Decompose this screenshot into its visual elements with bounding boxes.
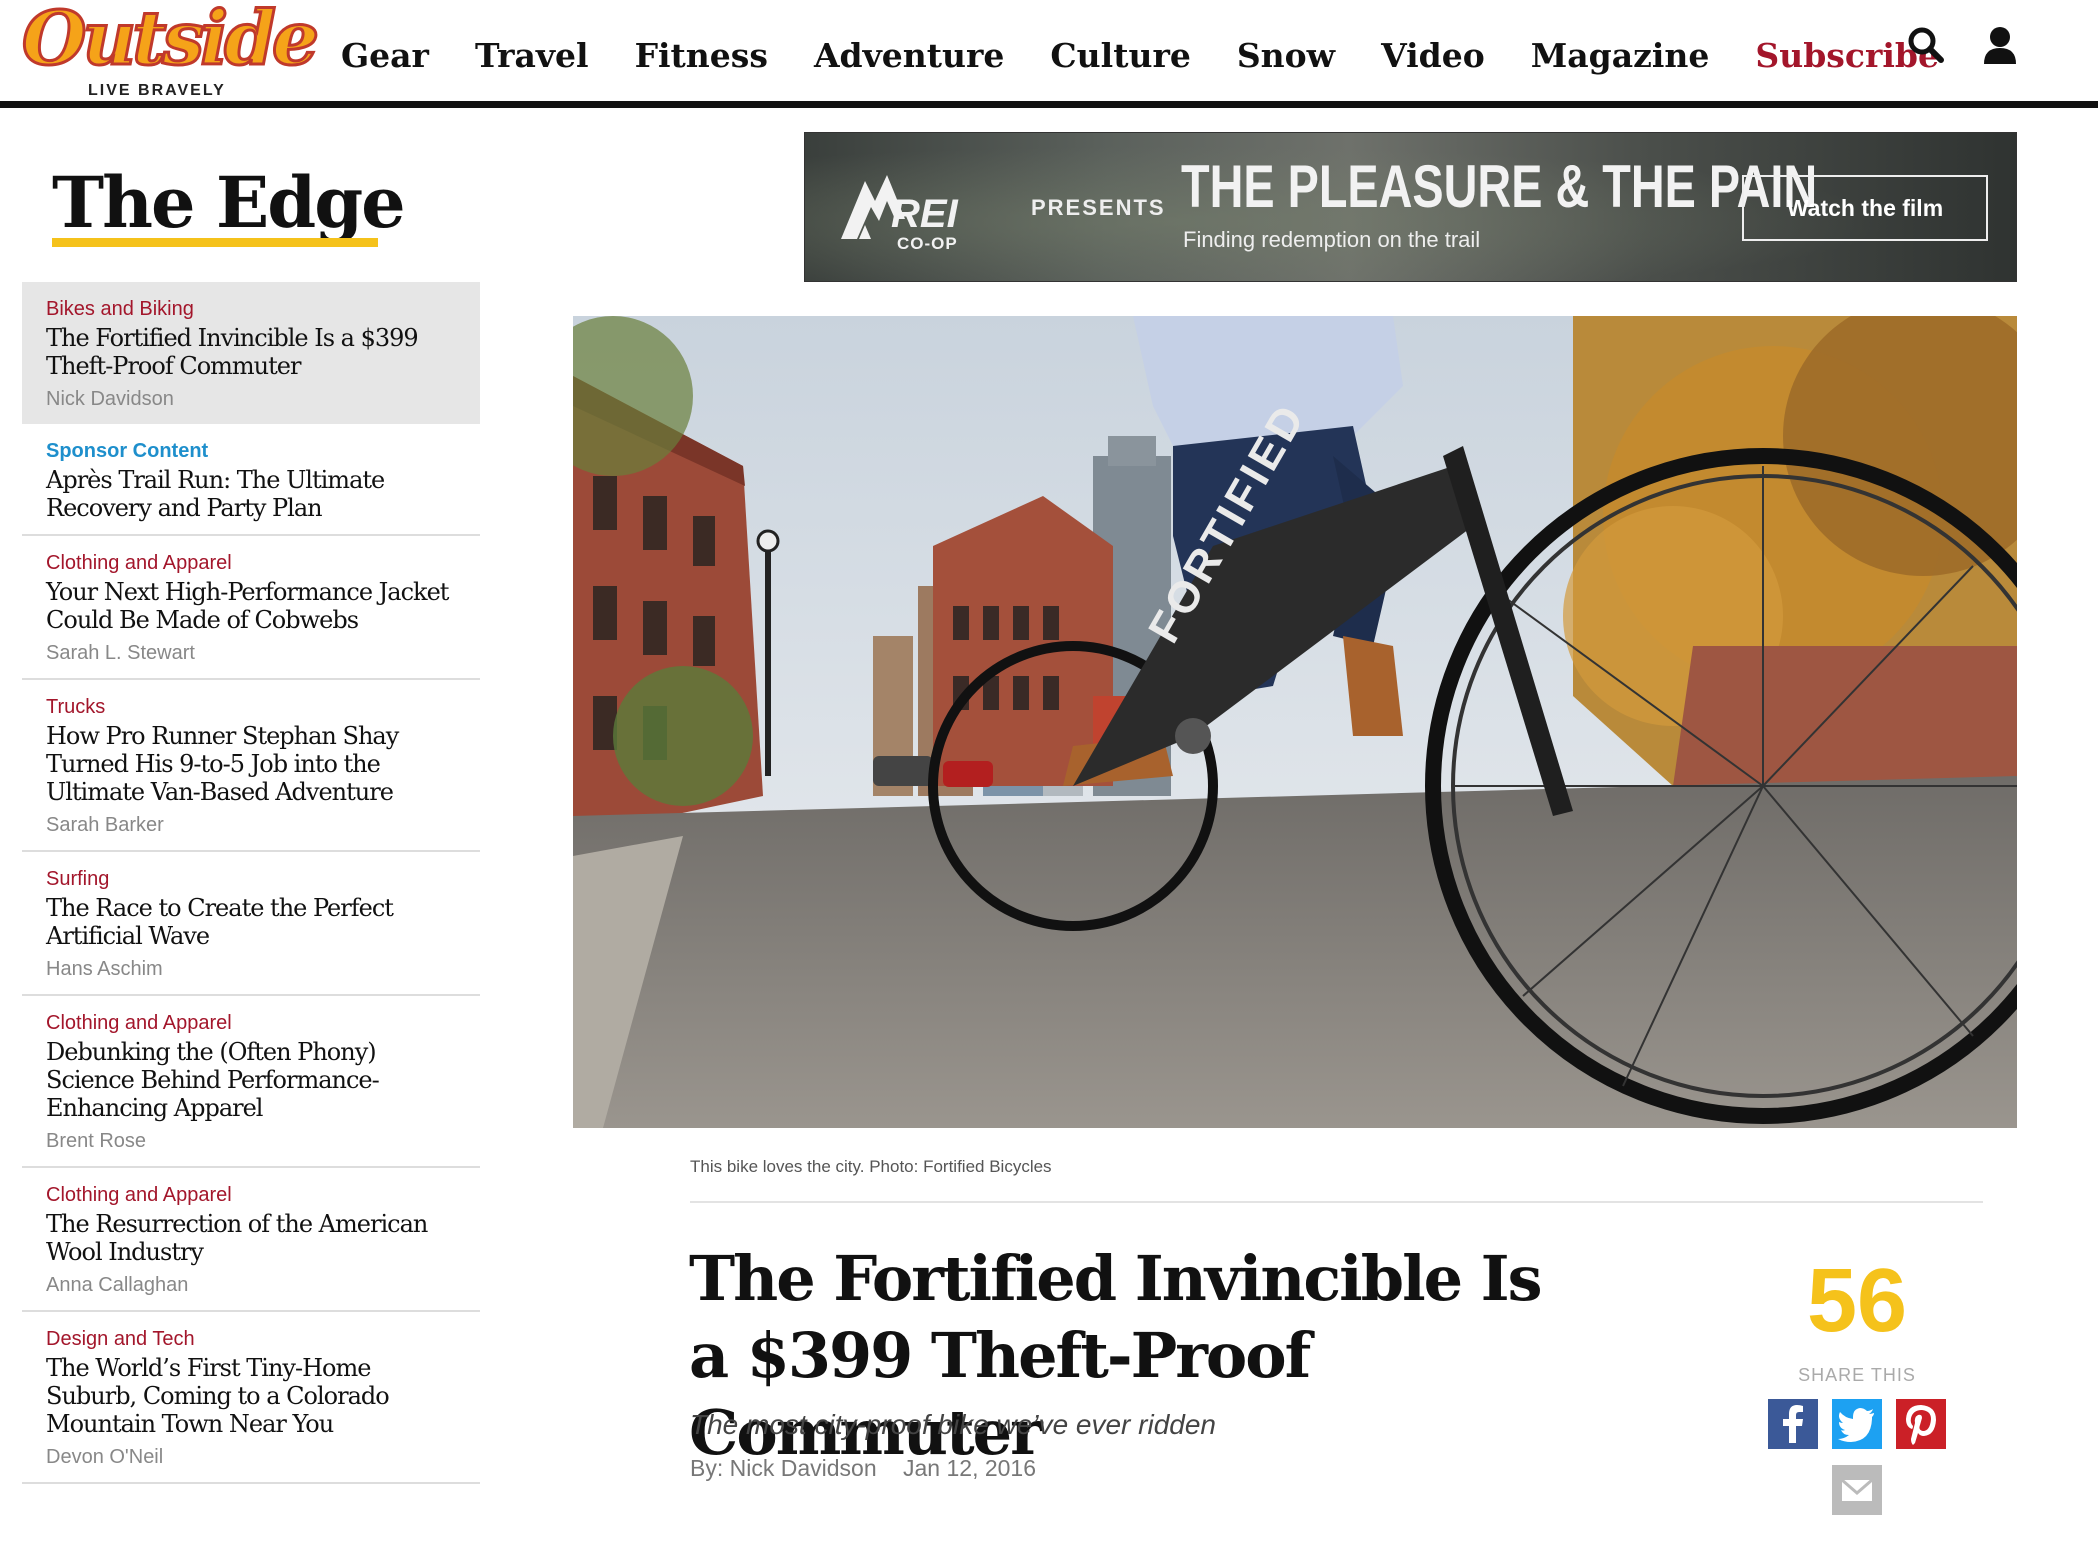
photo-caption: This bike loves the city. Photo: Fortifi…: [690, 1157, 1052, 1176]
byline-date: Jan 12, 2016: [903, 1455, 1037, 1481]
article-author: Anna Callaghan: [46, 1274, 189, 1296]
user-icon[interactable]: [1978, 24, 2022, 68]
rei-logo: REI CO-OP: [835, 161, 975, 261]
article-author: Devon O'Neil: [46, 1446, 164, 1468]
article-title-link[interactable]: How Pro Runner Stephan Shay Turned His 9…: [46, 722, 456, 806]
article-title-link[interactable]: Après Trail Run: The Ultimate Recovery a…: [46, 466, 456, 522]
nav-snow[interactable]: Snow: [1237, 36, 1335, 75]
article-dek: The most city-proof bike we’ve ever ridd…: [690, 1409, 1216, 1440]
article-category[interactable]: Clothing and Apparel: [46, 1182, 456, 1208]
article-category[interactable]: Surfing: [46, 866, 456, 892]
article-title-link[interactable]: Your Next High-Performance Jacket Could …: [46, 578, 456, 634]
sidebar-article[interactable]: Design and Tech The World’s First Tiny-H…: [22, 1312, 480, 1484]
facebook-share-button[interactable]: [1768, 1399, 1818, 1449]
pinterest-icon: [1906, 1405, 1936, 1445]
article-category[interactable]: Bikes and Biking: [46, 296, 456, 322]
pinterest-share-button[interactable]: [1896, 1399, 1946, 1449]
sidebar-article[interactable]: Surfing The Race to Create the Perfect A…: [22, 852, 480, 996]
nav-culture[interactable]: Culture: [1050, 36, 1190, 75]
rei-brand-sub: CO-OP: [897, 234, 958, 253]
sidebar-article[interactable]: Trucks How Pro Runner Stephan Shay Turne…: [22, 680, 480, 852]
logo-tagline: LIVE BRAVELY: [88, 82, 226, 99]
share-count: 56: [1806, 1251, 1908, 1351]
nav-travel[interactable]: Travel: [475, 36, 589, 75]
twitter-share-button[interactable]: [1832, 1399, 1882, 1449]
site-header: Outside LIVE BRAVELY Gear Travel Fitness…: [0, 0, 2098, 108]
sidebar-article[interactable]: Clothing and Apparel Your Next High-Perf…: [22, 536, 480, 680]
article-title-link[interactable]: The Fortified Invincible Is a $399 Theft…: [46, 324, 456, 380]
email-icon: [1841, 1478, 1873, 1501]
article-author: Hans Aschim: [46, 958, 163, 980]
section-title: The Edge: [52, 161, 406, 244]
article-category[interactable]: Clothing and Apparel: [46, 1010, 456, 1036]
logo-wordmark: Outside: [20, 0, 320, 82]
search-icon[interactable]: [1904, 24, 1948, 68]
nav-fitness[interactable]: Fitness: [635, 36, 768, 75]
article-author: Brent Rose: [46, 1130, 147, 1152]
article-byline: By: Nick Davidson Jan 12, 2016: [690, 1455, 1056, 1482]
sidebar-article[interactable]: Clothing and Apparel Debunking the (Ofte…: [22, 996, 480, 1168]
nav-video[interactable]: Video: [1381, 36, 1485, 75]
article-title-link[interactable]: Debunking the (Often Phony) Science Behi…: [46, 1038, 456, 1122]
share-label: SHARE THIS: [1798, 1365, 1916, 1385]
article-author: Sarah L. Stewart: [46, 642, 195, 664]
nav-magazine[interactable]: Magazine: [1531, 36, 1710, 75]
facebook-icon: [1783, 1405, 1803, 1443]
article-category[interactable]: Trucks: [46, 694, 456, 720]
outside-logo[interactable]: Outside LIVE BRAVELY: [20, 1, 320, 100]
article-category[interactable]: Clothing and Apparel: [46, 550, 456, 576]
article-title-link[interactable]: The Race to Create the Perfect Artificia…: [46, 894, 456, 950]
email-share-button[interactable]: [1832, 1465, 1882, 1515]
sidebar-article[interactable]: Bikes and Biking The Fortified Invincibl…: [22, 282, 480, 424]
ad-presents: PRESENTS: [1031, 195, 1166, 220]
nav-adventure[interactable]: Adventure: [814, 36, 1004, 75]
section-title-underline: [52, 238, 378, 247]
rei-ad-banner[interactable]: REI CO-OP PRESENTS THE PLEASURE & THE PA…: [804, 132, 2017, 282]
rei-brand-text: REI: [891, 192, 959, 236]
sidebar-article[interactable]: Sponsor Content Après Trail Run: The Ult…: [22, 424, 480, 536]
article-category[interactable]: Design and Tech: [46, 1326, 456, 1352]
article-author: Sarah Barker: [46, 814, 164, 836]
main-nav: Gear Travel Fitness Adventure Culture Sn…: [341, 30, 1975, 80]
article-title-link[interactable]: The Resurrection of the American Wool In…: [46, 1210, 456, 1266]
article-title-link[interactable]: The World’s First Tiny-Home Suburb, Comi…: [46, 1354, 456, 1438]
nav-gear[interactable]: Gear: [341, 36, 429, 75]
ad-subhead: Finding redemption on the trail: [1183, 227, 1481, 252]
watch-film-button[interactable]: Watch the film: [1742, 175, 1988, 241]
twitter-icon: [1838, 1408, 1874, 1442]
byline-author[interactable]: By: Nick Davidson: [690, 1455, 877, 1481]
caption-divider: [690, 1201, 1983, 1203]
ad-headline: THE PLEASURE & THE PAIN: [1181, 153, 1818, 220]
article-author: Nick Davidson: [46, 388, 174, 410]
sponsor-label: Sponsor Content: [46, 440, 209, 462]
edge-sidebar: Bikes and Biking The Fortified Invincibl…: [22, 282, 480, 1484]
hero-photo: FORTIFIED: [573, 316, 2017, 1128]
sidebar-article[interactable]: Clothing and Apparel The Resurrection of…: [22, 1168, 480, 1312]
